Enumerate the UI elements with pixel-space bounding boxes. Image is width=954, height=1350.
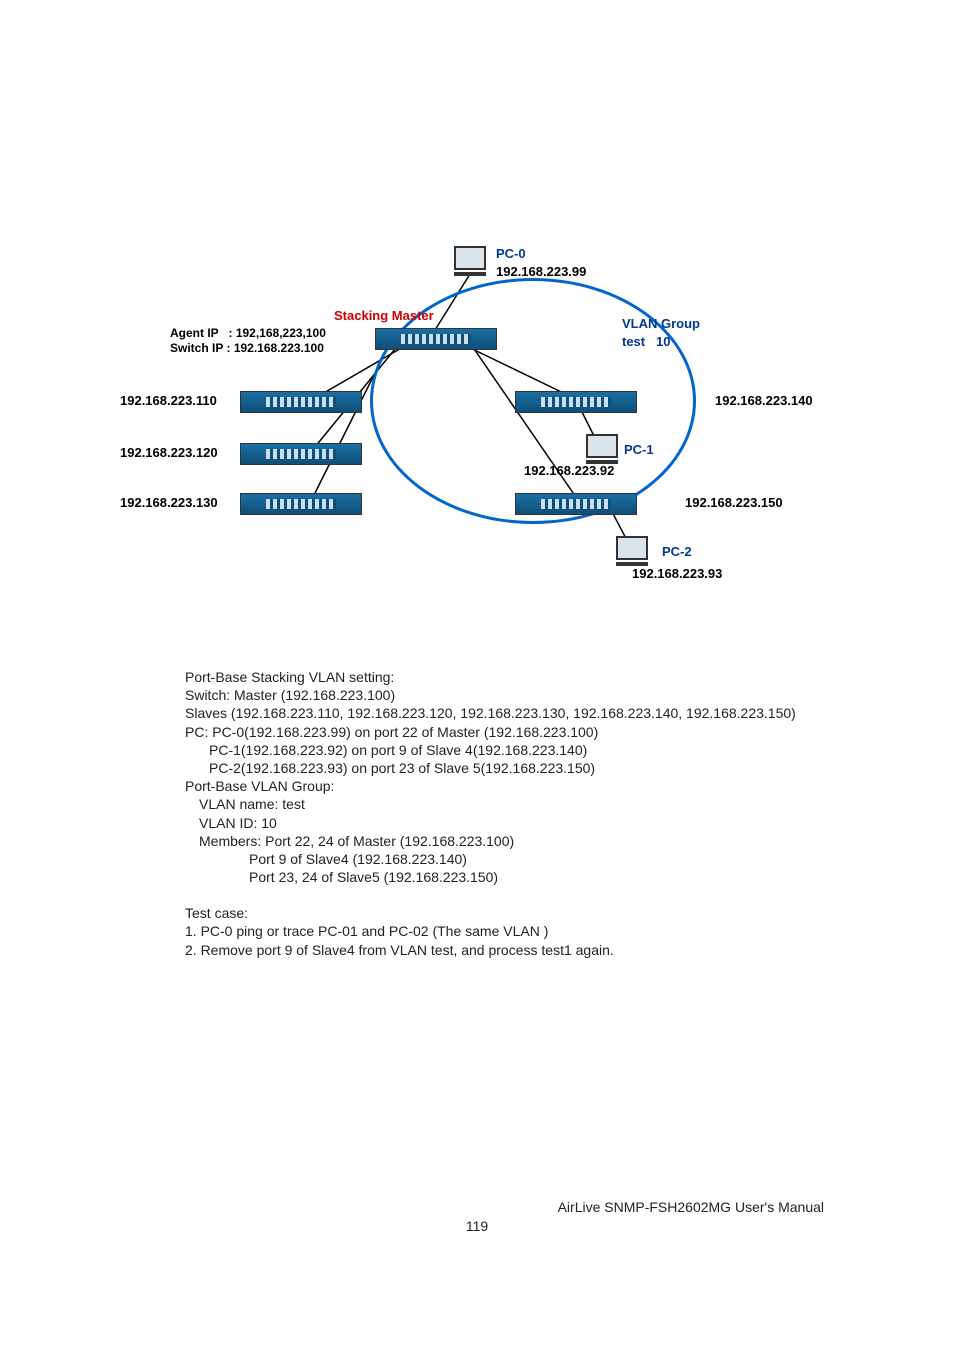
switch-ip-label: Switch IP : 192.168.223.100 [170,341,324,355]
slave4-ip: 192.168.223.140 [715,393,813,408]
pc2-name: PC-2 [662,544,692,559]
testcase-1: 1. PC-0 ping or trace PC-01 and PC-02 (T… [185,922,805,940]
vlan-group-title: VLAN Group [622,316,700,331]
vlan-id: 10 [656,334,670,349]
slave3-switch-icon [240,493,362,515]
body-line-11: Port 9 of Slave4 (192.168.223.140) [185,850,805,868]
slave1-switch-icon [240,391,362,413]
body-line-1: Port-Base Stacking VLAN setting: [185,668,805,686]
slave4-switch-icon [515,391,637,413]
pc1-ip: 192.168.223.92 [524,463,614,478]
pc1-icon [586,434,618,462]
agent-ip-value: : 192,168,223,100 [228,326,325,340]
pc0-name: PC-0 [496,246,526,261]
body-text: Port-Base Stacking VLAN setting: Switch:… [185,668,805,959]
agent-ip-label: Agent IP : 192,168,223,100 [170,326,326,340]
stacking-master-title: Stacking Master [334,308,434,323]
pc0-icon [454,246,486,274]
body-line-4: PC: PC-0(192.168.223.99) on port 22 of M… [185,723,805,741]
page-number: 119 [0,1218,954,1234]
body-line-5: PC-1(192.168.223.92) on port 9 of Slave … [185,741,805,759]
slave5-switch-icon [515,493,637,515]
slave2-switch-icon [240,443,362,465]
body-line-9: VLAN ID: 10 [185,814,805,832]
master-switch-icon [375,328,497,350]
network-diagram: PC-0 192.168.223.99 Stacking Master Agen… [110,238,840,598]
slave3-ip: 192.168.223.130 [120,495,218,510]
vlan-group-name-id: test 10 [622,334,670,349]
testcase-heading: Test case: [185,904,805,922]
body-line-2: Switch: Master (192.168.223.100) [185,686,805,704]
slave5-ip: 192.168.223.150 [685,495,783,510]
body-line-3: Slaves (192.168.223.110, 192.168.223.120… [185,704,805,722]
switch-ip-value: : 192.168.223.100 [226,341,323,355]
agent-ip-key: Agent IP [170,326,218,340]
body-line-8: VLAN name: test [185,795,805,813]
vlan-name: test [622,334,645,349]
pc2-icon [616,536,648,564]
switch-ip-key: Switch IP [170,341,223,355]
testcase-2: 2. Remove port 9 of Slave4 from VLAN tes… [185,941,805,959]
body-line-6: PC-2(192.168.223.93) on port 23 of Slave… [185,759,805,777]
slave2-ip: 192.168.223.120 [120,445,218,460]
body-line-10: Members: Port 22, 24 of Master (192.168.… [185,832,805,850]
footer-manual-title: AirLive SNMP-FSH2602MG User's Manual [558,1199,824,1215]
pc0-ip: 192.168.223.99 [496,264,586,279]
body-line-7: Port-Base VLAN Group: [185,777,805,795]
pc2-ip: 192.168.223.93 [632,566,722,581]
body-line-12: Port 23, 24 of Slave5 (192.168.223.150) [185,868,805,886]
slave1-ip: 192.168.223.110 [120,393,217,408]
pc1-name: PC-1 [624,442,654,457]
